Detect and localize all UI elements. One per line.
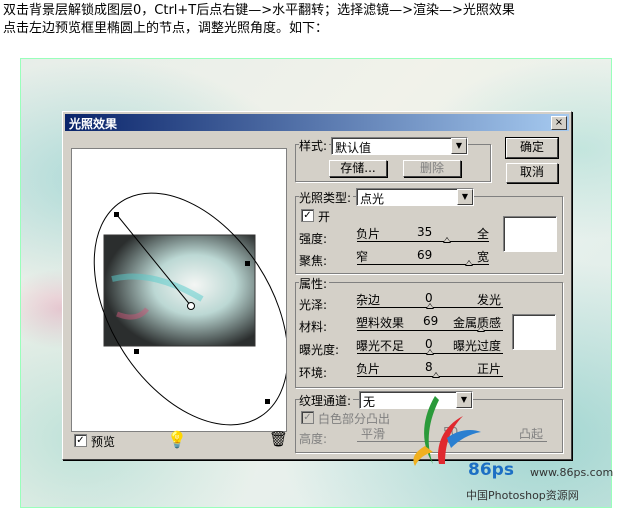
texture-channel-label: 纹理通道: bbox=[299, 392, 354, 409]
material-min-label: 塑料效果 bbox=[356, 316, 405, 330]
focus-max-label: 宽 bbox=[477, 250, 490, 264]
focus-label: 聚焦: bbox=[299, 254, 328, 268]
watermark-site-name: 中国Photoshop资源网 bbox=[466, 489, 579, 502]
light-type-label: 光照类型: bbox=[299, 189, 354, 206]
save-button[interactable]: 存储... bbox=[329, 160, 387, 177]
exposure-label: 曝光度: bbox=[299, 343, 340, 357]
chevron-down-icon[interactable]: ▼ bbox=[457, 189, 473, 205]
intensity-max-label: 全 bbox=[477, 227, 490, 241]
focus-slider-thumb[interactable] bbox=[465, 260, 474, 266]
material-value: 69 bbox=[423, 314, 439, 328]
delete-button[interactable]: 删除 bbox=[403, 160, 461, 177]
title-bar: 光照效果 × bbox=[65, 114, 569, 131]
exposure-max-label: 曝光过度 bbox=[453, 339, 502, 353]
white-high-checkbox[interactable]: ✓ bbox=[301, 411, 314, 424]
watermark-url: www.86ps.com bbox=[530, 466, 614, 479]
cancel-button[interactable]: 取消 bbox=[506, 163, 558, 183]
ambience-label: 环境: bbox=[299, 366, 328, 380]
gloss-max-label: 发光 bbox=[477, 293, 502, 307]
light-type-value: 点光 bbox=[360, 192, 385, 206]
ambience-max-label: 正片 bbox=[477, 362, 502, 376]
properties-label: 属性: bbox=[299, 275, 330, 292]
ambience-slider-thumb[interactable] bbox=[431, 372, 440, 378]
chevron-down-icon[interactable]: ▼ bbox=[451, 138, 467, 154]
preview-label: 预览 bbox=[91, 435, 116, 449]
watermark-logo-text: 86ps bbox=[468, 460, 514, 480]
preview-box[interactable] bbox=[71, 148, 287, 432]
ellipse-node-handle[interactable] bbox=[114, 212, 119, 217]
exposure-min-label: 曝光不足 bbox=[356, 339, 405, 353]
gloss-min-label: 杂边 bbox=[356, 293, 381, 307]
light-type-select[interactable]: 点光 ▼ bbox=[356, 188, 474, 206]
gloss-slider-thumb[interactable] bbox=[426, 303, 434, 309]
light-color-swatch[interactable] bbox=[503, 216, 557, 252]
ok-button[interactable]: 确定 bbox=[505, 137, 559, 159]
material-slider-thumb[interactable] bbox=[477, 326, 486, 332]
material-label: 材料: bbox=[299, 320, 328, 334]
ellipse-node-handle[interactable] bbox=[245, 261, 250, 266]
instructions: 双击背景层解锁成图层0，Ctrl+T后点右键—>水平翻转；选择滤镜—>渲染—>光… bbox=[3, 2, 615, 38]
texture-channel-value: 无 bbox=[363, 395, 376, 409]
preview-checkbox[interactable]: ✓ bbox=[74, 434, 87, 447]
trash-icon[interactable]: 🗑 bbox=[269, 430, 288, 448]
exposure-slider-thumb[interactable] bbox=[426, 349, 434, 355]
ambience-min-label: 负片 bbox=[356, 362, 381, 376]
light-on-checkbox[interactable]: ✓ bbox=[301, 209, 314, 222]
intensity-slider-track[interactable] bbox=[357, 241, 489, 242]
style-label: 样式: bbox=[299, 137, 330, 154]
light-bulb-icon[interactable]: 💡 bbox=[167, 430, 187, 449]
height-max-label: 凸起 bbox=[519, 427, 544, 441]
intensity-value: 35 bbox=[417, 225, 433, 239]
intensity-min-label: 负片 bbox=[356, 227, 381, 241]
intensity-label: 强度: bbox=[299, 232, 328, 246]
close-button[interactable]: × bbox=[551, 116, 567, 130]
preview-canvas[interactable] bbox=[72, 149, 286, 431]
style-select[interactable]: 默认值 ▼ bbox=[331, 137, 468, 155]
ellipse-node-handle[interactable] bbox=[134, 349, 139, 354]
lighting-effects-dialog: 光照效果 × ✓ 预览 💡 🗑 样式: 默认值 ▼ 存储... 删除 确定 取消… bbox=[62, 111, 572, 460]
ambient-color-swatch[interactable] bbox=[512, 314, 556, 350]
intensity-slider-thumb[interactable] bbox=[442, 237, 451, 243]
gloss-label: 光泽: bbox=[299, 298, 328, 312]
height-label: 高度: bbox=[299, 432, 328, 446]
light-center-handle[interactable] bbox=[187, 302, 195, 310]
instruction-line-1: 双击背景层解锁成图层0，Ctrl+T后点右键—>水平翻转；选择滤镜—>渲染—>光… bbox=[3, 3, 515, 18]
site-logo-icon bbox=[413, 396, 481, 466]
focus-min-label: 窄 bbox=[356, 250, 369, 264]
focus-value: 69 bbox=[417, 248, 433, 262]
instruction-line-2: 点击左边预览框里椭圆上的节点，调整光照角度。如下： bbox=[3, 21, 329, 36]
ambience-slider-track[interactable] bbox=[357, 376, 503, 377]
height-min-label: 平滑 bbox=[361, 427, 386, 441]
style-value: 默认值 bbox=[335, 141, 372, 155]
dialog-title: 光照效果 bbox=[69, 117, 118, 131]
ellipse-node-handle[interactable] bbox=[265, 399, 270, 404]
light-on-label: 开 bbox=[318, 210, 331, 224]
